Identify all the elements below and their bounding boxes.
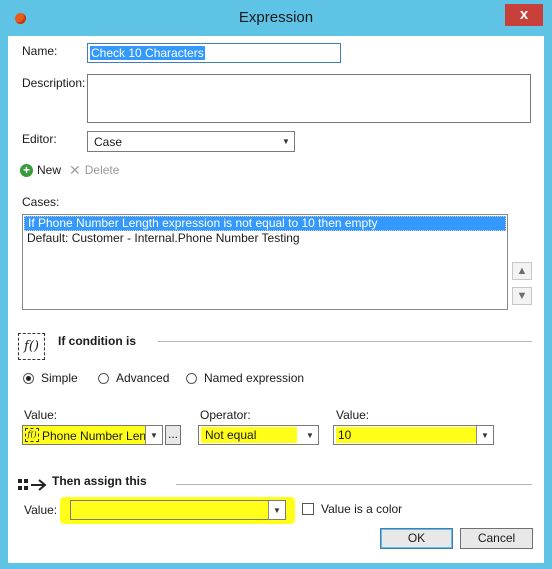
radio-named-expression[interactable]: Named expression: [186, 371, 304, 385]
description-label: Description:: [22, 76, 86, 90]
editor-select[interactable]: Case ▼: [87, 131, 295, 152]
window-frame-right: [544, 36, 552, 569]
chevron-down-icon: ▼: [268, 501, 285, 519]
name-field[interactable]: Check 10 Characters: [87, 43, 341, 63]
delete-button[interactable]: ✕ Delete: [69, 161, 120, 178]
window-frame-left: [0, 36, 8, 569]
condition-value2-select[interactable]: 10 ▼: [333, 425, 494, 445]
function-icon: f(): [18, 333, 45, 360]
delete-button-label: Delete: [84, 163, 120, 177]
editor-select-value: Case: [94, 135, 123, 149]
radio-named-label: Named expression: [204, 371, 305, 385]
condition-value2-text: 10: [336, 427, 476, 443]
condition-value-select[interactable]: f() Phone Number Length ▼: [22, 425, 163, 445]
ok-button[interactable]: OK: [380, 528, 453, 549]
condition-value2-label: Value:: [336, 408, 370, 422]
add-icon: +: [20, 163, 33, 177]
radio-simple-circle: [23, 372, 34, 384]
assign-value-label: Value:: [24, 503, 58, 517]
window-title: Expression: [238, 9, 314, 26]
cases-list[interactable]: If Phone Number Length expression is not…: [22, 214, 508, 310]
move-up-button[interactable]: ▲: [512, 262, 532, 280]
triangle-down-icon: ▼: [516, 290, 528, 302]
chevron-down-icon: ▼: [145, 426, 162, 444]
editor-label: Editor:: [22, 132, 57, 146]
cases-label: Cases:: [22, 195, 60, 209]
radio-named-circle: [186, 372, 197, 384]
checkbox-box: [302, 503, 314, 515]
condition-section-title: If condition is: [58, 334, 136, 348]
radio-advanced-label: Advanced: [116, 371, 170, 385]
delete-icon: ✕: [69, 161, 81, 178]
chevron-down-icon: ▼: [476, 426, 493, 444]
value-is-color-checkbox[interactable]: Value is a color: [302, 502, 402, 516]
operator-value: Not equal: [201, 427, 297, 443]
expression-builder-button[interactable]: ...: [165, 425, 181, 445]
triangle-up-icon: ▲: [516, 265, 528, 277]
name-field-value: Check 10 Characters: [90, 46, 205, 60]
radio-advanced-circle: [98, 372, 109, 384]
list-item[interactable]: Default: Customer - Internal.Phone Numbe…: [24, 232, 506, 245]
close-icon: x: [519, 6, 529, 23]
operator-select[interactable]: Not equal ▼: [198, 425, 319, 445]
radio-simple[interactable]: Simple: [23, 371, 78, 385]
list-item[interactable]: If Phone Number Length expression is not…: [24, 216, 506, 231]
cancel-button[interactable]: Cancel: [460, 528, 533, 549]
assign-icon: [18, 477, 48, 493]
chevron-down-icon: ▼: [282, 137, 290, 146]
assign-section-title: Then assign this: [52, 474, 147, 488]
new-button-label: New: [37, 163, 62, 177]
new-button[interactable]: + New: [20, 163, 61, 177]
condition-value-label: Value:: [24, 408, 58, 422]
chevron-down-icon: ▼: [306, 430, 314, 440]
operator-label: Operator:: [200, 408, 251, 422]
condition-value-text: Phone Number Length: [42, 429, 146, 443]
function-small-icon: f(): [25, 428, 39, 442]
radio-simple-label: Simple: [41, 371, 78, 385]
close-button[interactable]: x: [505, 4, 543, 26]
move-down-button[interactable]: ▼: [512, 287, 532, 305]
radio-advanced[interactable]: Advanced: [98, 371, 169, 385]
value-is-color-label: Value is a color: [321, 502, 403, 516]
assign-value-select[interactable]: ▼: [70, 500, 286, 520]
assign-divider: [176, 484, 532, 485]
condition-divider: [158, 341, 532, 342]
window-frame-bottom: [0, 563, 552, 569]
description-field[interactable]: [87, 74, 531, 123]
name-label: Name:: [22, 44, 58, 58]
